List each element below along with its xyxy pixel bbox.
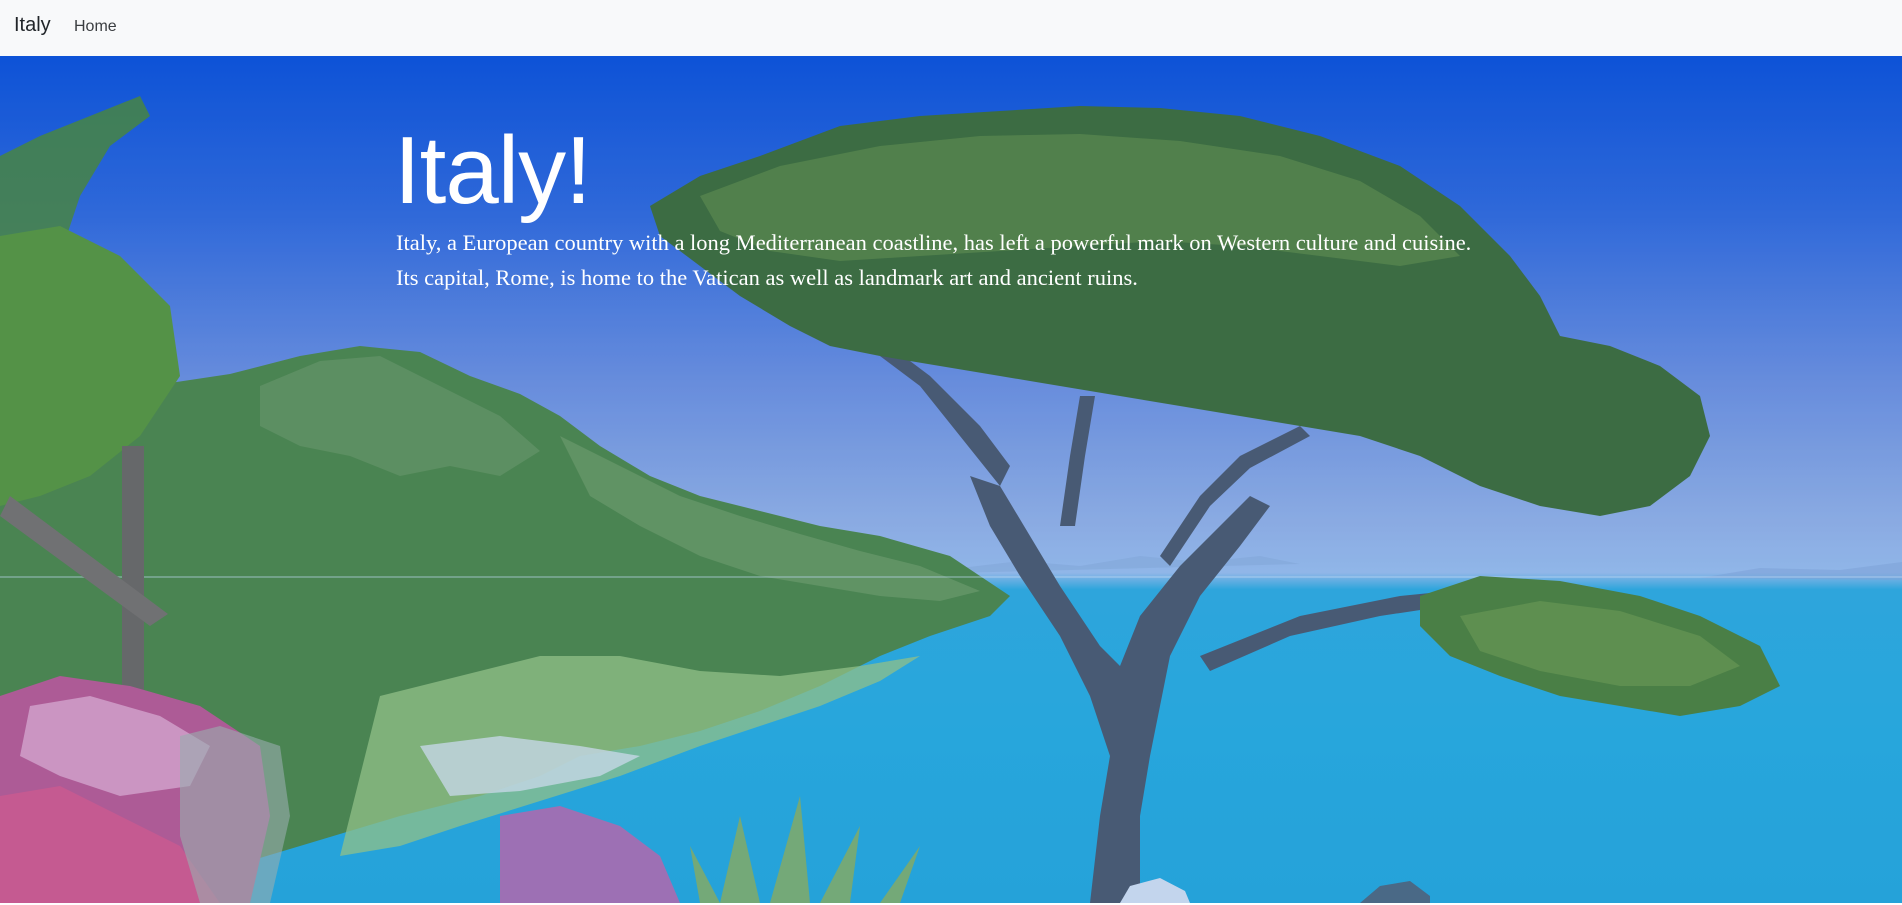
hero-overlay xyxy=(0,56,1902,903)
hero-banner: Italy! Italy, a European country with a … xyxy=(0,56,1902,903)
nav-link-home[interactable]: Home xyxy=(74,18,117,36)
navbar: Italy Home xyxy=(0,0,1902,56)
navbar-brand[interactable]: Italy xyxy=(14,14,51,37)
hero-description: Italy, a European country with a long Me… xyxy=(396,230,1472,290)
hero-title: Italy! xyxy=(394,117,592,224)
